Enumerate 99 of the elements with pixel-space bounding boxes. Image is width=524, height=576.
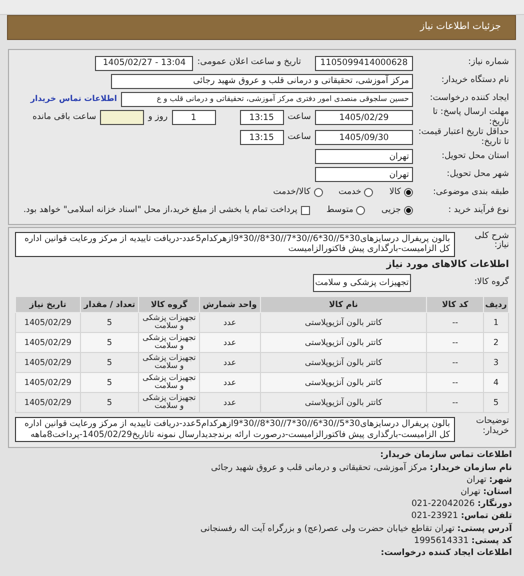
option-label: خدمت [338,188,362,198]
field-label: طبقه بندی موضوعی: [432,188,509,198]
table-cell: 4 [483,372,508,392]
field-label: تاریخ و ساعت اعلان عمومی: [197,58,301,68]
table-cell: عدد [199,332,260,352]
column-header: ردیف [483,296,508,312]
announce-date-field: 1405/02/27 - 13:04 [95,56,194,70]
contact-label: آدرس پستی: [457,524,512,534]
option-label: متوسط [326,206,354,216]
table-cell: 1405/02/29 [16,332,80,352]
table-cell: -- [426,392,484,412]
table-cell: 2 [483,332,508,352]
field-label: توضیحات خریدار: [475,416,509,437]
radio-button[interactable] [314,188,322,197]
contact-label: شهر: [489,474,512,485]
table-cell: 5 [80,352,139,372]
field-label: مهلت ارسال پاسخ: تا تاریخ: [432,108,509,128]
contact-label: کد پستی: [471,536,512,546]
contact-heading: اطلاعات تماس سازمان خریدار: [379,449,512,462]
field-label: حداقل تاریخ اعتبار قیمت: تا تاریخ: [417,128,509,148]
table-cell: -- [426,332,484,352]
table-cell: کاتتر بالون آنژیوپلاستی [260,372,427,392]
city-field: تهران [315,167,413,182]
column-header: تاریخ نیاز [16,296,80,312]
column-header: نام کالا [260,296,427,312]
table-cell: کاتتر بالون آنژیوپلاستی [260,332,427,352]
time-label: ساعت [288,132,311,143]
table-cell: عدد [199,352,260,372]
field-label: نوع فرآیند خرید : [447,206,509,216]
table-cell: 1405/02/29 [16,372,80,392]
table-cell: -- [426,352,484,372]
header-title: جزئیات اطلاعات نیاز [420,22,501,33]
buyer-contact-link[interactable]: اطلاعات تماس خریدار [30,94,117,104]
table-cell: عدد [199,392,260,412]
validity-time-field: 13:15 [240,130,284,146]
contact-label: نام سازمان خریدار: [430,462,512,473]
days-field: 1 [172,110,216,126]
description-box: بالون پریفرال درسایزهای30*5//30*6//30*7//30*8//30*9ازهرکدام5عدد-دریافت تاییدیه از مرکز ورعایت قوانین اداره کل الزامیست-بارگذاری پیش فاکتورالزامیست [15,232,455,257]
table-cell: کاتتر بالون آنژیوپلاستی [260,312,427,332]
contact-value: تهران [460,486,480,497]
contact-value: 22042026-021 [411,499,475,510]
contact-value: 23921-021 [411,511,458,522]
column-header: گروه کالا [138,296,200,312]
contact-label: تلفن تماس: [460,511,512,522]
radio-button[interactable] [356,206,366,215]
treasury-label: پرداخت تمام یا بخشی از مبلغ خرید،از محل "اسناد خزانه اسلامی" خواهد بود. [23,206,298,216]
remaining-hours-field [100,110,144,126]
field-label: شماره نیاز: [467,58,509,68]
option-label: کالا [389,188,401,198]
contact-value: 1995614331 [414,536,469,546]
column-header: واحد شمارش [199,296,260,312]
validity-date-field: 1405/09/30 [315,130,413,146]
table-cell: عدد [199,312,260,332]
table-cell: 1 [483,312,508,332]
goods-group-field: تجهیزات پزشکی و سلامت [313,274,411,292]
remaining-label: ساعت باقی مانده [32,112,96,123]
table-cell: 5 [80,312,139,332]
table-cell: کاتتر بالون آنژیوپلاستی [260,352,427,372]
table-cell: 3 [483,352,508,372]
section-heading: اطلاعات کالاهای مورد نیاز [385,258,509,272]
field-label: شهر محل تحویل: [446,170,509,180]
province-field: تهران [315,149,413,164]
contact-value: تهران [466,474,486,485]
table-cell: 1405/02/29 [16,312,80,332]
field-label: شرح کلی نیاز: [474,232,509,252]
table-cell: 1405/02/29 [16,352,80,372]
table-cell: 1405/02/29 [16,392,80,412]
table-cell: -- [426,312,484,332]
table-cell: -- [426,372,484,392]
option-label: کالا/خدمت [273,188,310,198]
field-label: نام دستگاه خریدار: [440,76,509,86]
contact-value: مرکز آموزشی، تحقیقاتی و درمانی قلب و عروق شهید رجائی [211,462,427,473]
table-cell: 5 [80,332,139,352]
checkbox[interactable] [301,206,310,215]
time-label: ساعت [288,112,311,123]
need-number-field: 1105099414000628 [315,56,413,70]
contact-label: استان: [483,486,512,497]
buyer-notes-box: بالون پریفرال درسایزهای30*5//30*6//30*7//30*8//30*9ازهرکدام5عدد-دریافت تاییدیه از مرکز ورعایت قوانین اداره کل الزامیست-بارگذاری پیش فاکتورالزامیست-درصورت ارائه برندجدیدارسال نمونه تاتاریخ1405/02/29-پرداخت8ماهه [15,416,455,442]
table-cell: 5 [483,392,508,412]
column-header: تعداد / مقدار [80,296,139,312]
table-cell: کاتتر بالون آنژیوپلاستی [260,392,427,412]
deadline-time-field: 13:15 [240,110,284,126]
contact-value: تهران تقاطع خیابان حضرت ولی عصر(عج) و بزرگراه آیت اله رفسنجانی [200,524,454,534]
radio-button[interactable] [364,188,374,197]
contact-label: دورنگار: [477,499,512,510]
days-label: روز و [148,112,168,123]
table-cell: 5 [80,392,139,412]
column-header: کد کالا [426,296,484,312]
table-cell: عدد [199,372,260,392]
option-label: جزیی [381,206,401,216]
section-heading: اطلاعات ایجاد کننده درخواست: [380,546,512,560]
buyer-name-field: مرکز آموزشی، تحقیقاتی و درمانی قلب و عروق شهید رجائی [111,74,413,88]
radio-button[interactable] [404,206,413,215]
field-label: ایجاد کننده درخواست: [428,94,509,104]
table-cell: 5 [80,372,139,392]
deadline-date-field: 1405/02/29 [315,110,413,126]
radio-button[interactable] [404,188,413,197]
field-label: گروه کالا: [473,278,509,288]
field-label: استان محل تحویل: [440,152,509,162]
